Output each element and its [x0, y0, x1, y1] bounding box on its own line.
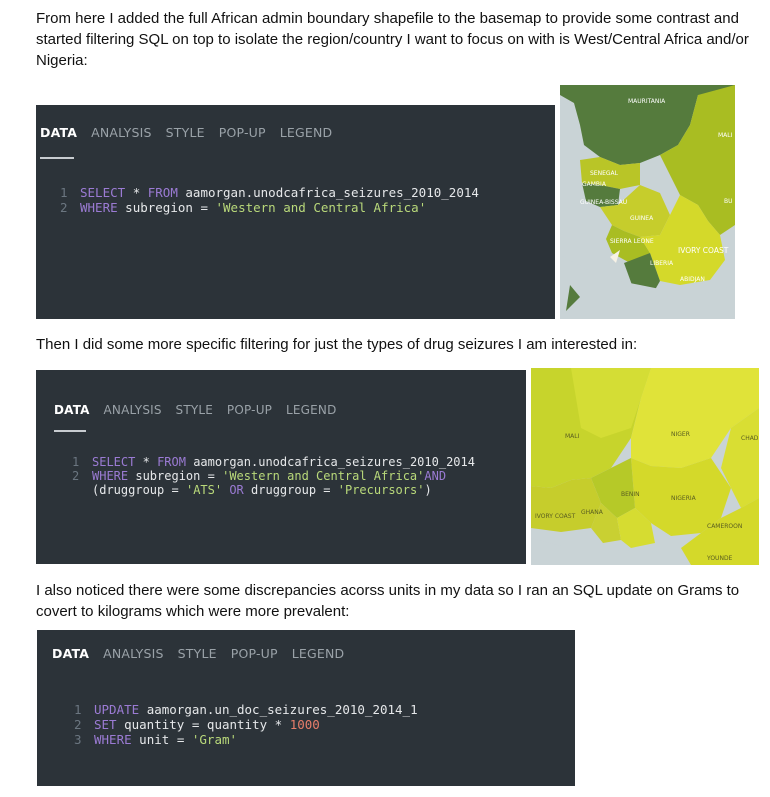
tab-legend[interactable]: LEGEND	[292, 646, 345, 661]
map1-label-senegal: SENEGAL	[590, 170, 619, 177]
map2-label-niger: NIGER	[671, 431, 690, 438]
intro-paragraph: From here I added the full African admin…	[36, 10, 749, 69]
active-tab-underline	[40, 157, 74, 159]
tab-pop-up[interactable]: POP-UP	[219, 125, 266, 140]
map1-label-mali: MALI	[718, 132, 733, 139]
map2-label-nigeria: NIGERIA	[671, 495, 697, 502]
map-west-africa-2[interactable]: MALI NIGER CHAD NIGERIA BENIN IVORY COAS…	[531, 368, 759, 565]
map2-label-ivory-coast: IVORY COAST	[535, 513, 576, 520]
sql-editor-panel-3: DATA ANALYSIS STYLE POP-UP LEGEND 1 UPDAT…	[37, 630, 575, 786]
map-west-africa-1[interactable]: MAURITANIA MALI SENEGAL GAMBIA GUINEA-BI…	[560, 85, 735, 319]
map1-label-gambia: GAMBIA	[582, 181, 607, 188]
code-line-1: 1 SELECT * FROM aamorgan.unodcafrica_seiz…	[60, 185, 479, 200]
map1-label-guinea-bissau: GUINEA-BISSAU	[580, 199, 627, 206]
tab-data[interactable]: DATA	[40, 125, 77, 140]
map2-label-ghana: GHANA	[581, 509, 604, 516]
tab-pop-up[interactable]: POP-UP	[227, 403, 272, 417]
editor-tabs: DATA ANALYSIS STYLE POP-UP LEGEND	[54, 403, 347, 417]
tab-data[interactable]: DATA	[52, 646, 89, 661]
code-line-2: 2 WHERE subregion = 'Western and Central …	[72, 469, 447, 483]
map2-label-yaounde: YOUNDE	[706, 555, 733, 562]
map1-label-liberia: LIBERIA	[650, 260, 674, 267]
map1-label-sierra-leone: SIERRA LEONE	[610, 238, 654, 245]
units-paragraph: I also noticed there were some discrepan…	[36, 582, 740, 620]
sql-editor-panel-2: DATA ANALYSIS STYLE POP-UP LEGEND 1 SELEC…	[36, 370, 526, 564]
tab-style[interactable]: STYLE	[166, 125, 205, 140]
code-line-1: 1 UPDATE aamorgan.un_doc_seizures_2010_20…	[74, 702, 418, 717]
tab-analysis[interactable]: ANALYSIS	[103, 646, 164, 661]
sql-code-editor[interactable]: 1 SELECT * FROM aamorgan.unodcafrica_seiz…	[72, 455, 475, 497]
map1-label-bf: BU	[724, 198, 733, 205]
code-line-2: 2 WHERE subregion = 'Western and Central …	[60, 200, 427, 215]
code-line-3: 3 WHERE unit = 'Gram'	[74, 732, 238, 747]
code-line-2-wrap: (druggroup = 'ATS' OR druggroup = 'Precu…	[92, 483, 432, 497]
sql-code-editor[interactable]: 1 UPDATE aamorgan.un_doc_seizures_2010_20…	[74, 702, 418, 747]
tab-style[interactable]: STYLE	[178, 646, 217, 661]
map2-label-cameroon: CAMEROON	[707, 523, 742, 530]
map1-label-abidjan: ABIDJAN	[680, 276, 705, 283]
map1-label-guinea: GUINEA	[630, 215, 654, 222]
filter-paragraph: Then I did some more specific filtering …	[36, 336, 638, 353]
sql-code-editor[interactable]: 1 SELECT * FROM aamorgan.unodcafrica_seiz…	[60, 185, 479, 215]
map2-label-mali: MALI	[565, 433, 580, 440]
editor-tabs: DATA ANALYSIS STYLE POP-UP LEGEND	[40, 125, 342, 140]
tab-legend[interactable]: LEGEND	[286, 403, 337, 417]
sql-editor-panel-1: DATA ANALYSIS STYLE POP-UP LEGEND 1 SELEC…	[36, 105, 555, 319]
editor-tabs: DATA ANALYSIS STYLE POP-UP LEGEND	[52, 646, 354, 661]
code-line-2: 2 SET quantity = quantity * 1000	[74, 717, 320, 732]
tab-style[interactable]: STYLE	[176, 403, 214, 417]
code-line-1: 1 SELECT * FROM aamorgan.unodcafrica_seiz…	[72, 455, 475, 469]
map1-label-mauritania: MAURITANIA	[628, 98, 666, 105]
map2-label-benin: BENIN	[621, 491, 640, 498]
tab-data[interactable]: DATA	[54, 403, 90, 417]
map2-label-chad: CHAD	[741, 435, 759, 442]
active-tab-underline	[54, 430, 86, 432]
tab-pop-up[interactable]: POP-UP	[231, 646, 278, 661]
tab-legend[interactable]: LEGEND	[280, 125, 333, 140]
map1-label-ivory-coast: IVORY COAST	[678, 246, 729, 255]
tab-analysis[interactable]: ANALYSIS	[91, 125, 152, 140]
tab-analysis[interactable]: ANALYSIS	[104, 403, 162, 417]
